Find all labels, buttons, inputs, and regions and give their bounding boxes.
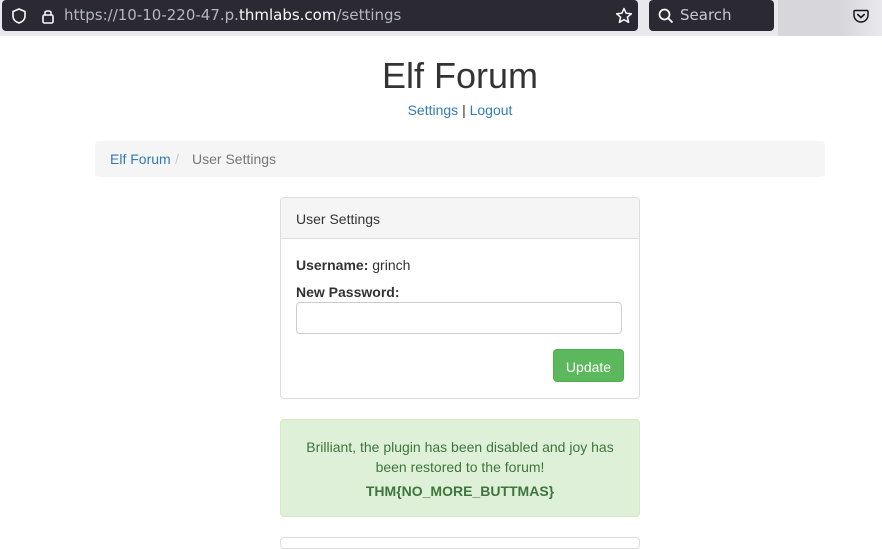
lock-icon[interactable]	[39, 7, 57, 25]
new-password-input[interactable]	[296, 302, 622, 334]
breadcrumb-home-link[interactable]: Elf Forum	[110, 141, 171, 177]
alert-flag: THM{NO_MORE_BUTTMAS}	[365, 483, 555, 499]
shield-icon[interactable]	[10, 7, 28, 25]
top-nav: Settings | Logout	[0, 102, 882, 118]
site-title: Elf Forum	[381, 55, 539, 96]
breadcrumb-current: User Settings	[192, 151, 277, 167]
address-bar[interactable]: https://10-10-220-47.p.thmlabs.com/setti…	[2, 0, 638, 31]
nav-separator: |	[462, 102, 466, 118]
bookmark-star-icon[interactable]	[614, 6, 634, 26]
search-box[interactable]: Search	[649, 0, 774, 31]
alert-message: Brilliant, the plugin has been disabled …	[306, 439, 614, 475]
new-password-label: New Password:	[296, 284, 400, 300]
search-placeholder: Search	[680, 6, 732, 24]
user-settings-panel: User Settings Username: grinch New Passw…	[280, 197, 640, 399]
update-button[interactable]: Update	[553, 349, 624, 382]
pocket-icon[interactable]	[852, 7, 870, 25]
breadcrumb-separator: /	[175, 151, 179, 167]
search-icon	[658, 8, 674, 24]
panel-heading: User Settings	[281, 198, 639, 239]
url-text[interactable]: https://10-10-220-47.p.thmlabs.com/setti…	[64, 6, 401, 24]
success-alert: Brilliant, the plugin has been disabled …	[280, 419, 640, 517]
logout-link[interactable]: Logout	[470, 102, 513, 118]
breadcrumb: Elf Forum / User Settings	[95, 141, 825, 177]
username-label: Username:	[296, 257, 369, 273]
username-value: grinch	[372, 257, 411, 273]
settings-link[interactable]: Settings	[408, 102, 459, 118]
username-row: Username: grinch	[296, 257, 410, 273]
